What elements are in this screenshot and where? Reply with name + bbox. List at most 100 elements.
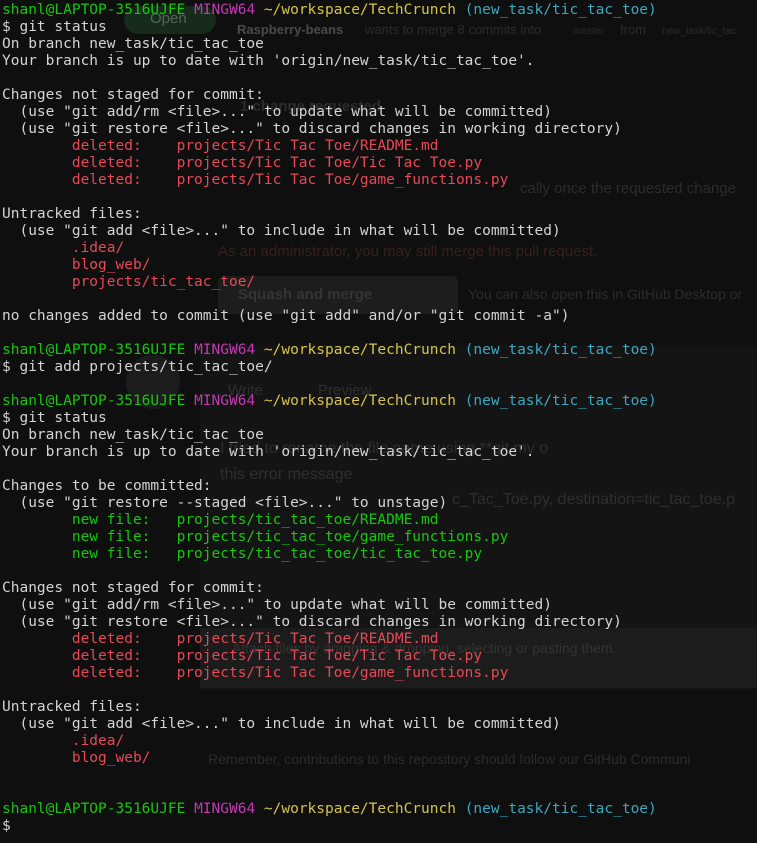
terminal-text-segment: $ git add projects/tic_tac_toe/ [2, 359, 273, 375]
terminal-text-segment: projects/tic_tac_toe/ [2, 274, 256, 290]
terminal-text-segment: deleted: projects/Tic Tac Toe/Tic Tac To… [2, 648, 483, 664]
terminal-line: blog_web/ [2, 750, 657, 767]
terminal-text-segment: $ [2, 818, 11, 834]
terminal-text-segment: (use "git add <file>..." to include in w… [2, 716, 561, 732]
terminal-line: ​ [2, 563, 657, 580]
terminal-line: Untracked files: [2, 699, 657, 716]
terminal-line: ​ [2, 325, 657, 342]
terminal-text-segment: (new_task/tic_tac_toe) [464, 393, 657, 409]
terminal-text-segment: (new_task/tic_tac_toe) [464, 801, 657, 817]
terminal-line: (use "git add <file>..." to include in w… [2, 223, 657, 240]
terminal-text-segment: Untracked files: [2, 206, 142, 222]
terminal-line: new file: projects/tic_tac_toe/tic_tac_t… [2, 546, 657, 563]
terminal-text-segment: $ git status [2, 19, 107, 35]
terminal-text-segment: .idea/ [2, 733, 125, 749]
terminal-line: .idea/ [2, 240, 657, 257]
terminal-line: (use "git restore <file>..." to discard … [2, 614, 657, 631]
terminal-line: deleted: projects/Tic Tac Toe/game_funct… [2, 172, 657, 189]
terminal-text-segment: MINGW64 [194, 801, 264, 817]
terminal-line: ​ [2, 291, 657, 308]
terminal-line: Untracked files: [2, 206, 657, 223]
terminal-line: (use "git restore <file>..." to discard … [2, 121, 657, 138]
terminal-line: deleted: projects/Tic Tac Toe/game_funct… [2, 665, 657, 682]
terminal-line: $ git status [2, 19, 657, 36]
terminal-line: ​ [2, 461, 657, 478]
terminal-line: $ git status [2, 410, 657, 427]
terminal-text-segment: ~/workspace/TechCrunch [263, 393, 465, 409]
terminal-line: $ [2, 818, 657, 835]
terminal-line: On branch new_task/tic_tac_toe [2, 427, 657, 444]
terminal-text-segment: new file: projects/tic_tac_toe/game_func… [2, 529, 509, 545]
terminal-output[interactable]: shanl@LAPTOP-3516UJFE MINGW64 ~/workspac… [2, 2, 657, 835]
terminal-text-segment: Your branch is up to date with 'origin/n… [2, 53, 535, 69]
terminal-text-segment: (use "git add/rm <file>..." to update wh… [2, 597, 552, 613]
terminal-text-segment: deleted: projects/Tic Tac Toe/README.md [2, 631, 439, 647]
terminal-text-segment: deleted: projects/Tic Tac Toe/game_funct… [2, 665, 509, 681]
terminal-line: shanl@LAPTOP-3516UJFE MINGW64 ~/workspac… [2, 393, 657, 410]
terminal-line: Changes not staged for commit: [2, 580, 657, 597]
terminal-line: shanl@LAPTOP-3516UJFE MINGW64 ~/workspac… [2, 801, 657, 818]
terminal-text-segment: Changes to be committed: [2, 478, 212, 494]
terminal-line: .idea/ [2, 733, 657, 750]
terminal-text-segment: shanl@LAPTOP-3516UJFE [2, 393, 195, 409]
terminal-text-segment: .idea/ [2, 240, 125, 256]
terminal-text-segment: (use "git restore --staged <file>..." to… [2, 495, 448, 511]
terminal-line: deleted: projects/Tic Tac Toe/Tic Tac To… [2, 648, 657, 665]
terminal-text-segment: shanl@LAPTOP-3516UJFE [2, 801, 195, 817]
terminal-text-segment: ~/workspace/TechCrunch [263, 801, 465, 817]
terminal-text-segment: no changes added to commit (use "git add… [2, 308, 570, 324]
terminal-line: deleted: projects/Tic Tac Toe/README.md [2, 631, 657, 648]
terminal-line: Your branch is up to date with 'origin/n… [2, 53, 657, 70]
terminal-line: shanl@LAPTOP-3516UJFE MINGW64 ~/workspac… [2, 2, 657, 19]
terminal-line: Your branch is up to date with 'origin/n… [2, 444, 657, 461]
terminal-line: blog_web/ [2, 257, 657, 274]
terminal-text-segment: Your branch is up to date with 'origin/n… [2, 444, 535, 460]
terminal-line: Changes not staged for commit: [2, 87, 657, 104]
terminal-line: deleted: projects/Tic Tac Toe/Tic Tac To… [2, 155, 657, 172]
terminal-line: shanl@LAPTOP-3516UJFE MINGW64 ~/workspac… [2, 342, 657, 359]
terminal-window[interactable]: Open Raspberry-beans wants to merge 8 co… [0, 0, 757, 843]
terminal-text-segment: blog_web/ [2, 257, 151, 273]
terminal-text-segment: (new_task/tic_tac_toe) [464, 2, 657, 18]
terminal-line: ​ [2, 784, 657, 801]
terminal-line: (use "git add/rm <file>..." to update wh… [2, 104, 657, 121]
terminal-line: $ git add projects/tic_tac_toe/ [2, 359, 657, 376]
terminal-line: new file: projects/tic_tac_toe/game_func… [2, 529, 657, 546]
terminal-text-segment: deleted: projects/Tic Tac Toe/README.md [2, 138, 439, 154]
terminal-line: projects/tic_tac_toe/ [2, 274, 657, 291]
terminal-line: ​ [2, 189, 657, 206]
terminal-line: ​ [2, 682, 657, 699]
terminal-text-segment: MINGW64 [194, 393, 264, 409]
terminal-text-segment: blog_web/ [2, 750, 151, 766]
terminal-line: (use "git add/rm <file>..." to update wh… [2, 597, 657, 614]
terminal-text-segment: ~/workspace/TechCrunch [263, 2, 465, 18]
terminal-text-segment: Untracked files: [2, 699, 142, 715]
terminal-text-segment: ~/workspace/TechCrunch [263, 342, 465, 358]
terminal-text-segment: On branch new_task/tic_tac_toe [2, 427, 264, 443]
terminal-text-segment: MINGW64 [194, 342, 264, 358]
terminal-line: new file: projects/tic_tac_toe/README.md [2, 512, 657, 529]
terminal-text-segment: MINGW64 [194, 2, 264, 18]
terminal-text-segment: deleted: projects/Tic Tac Toe/game_funct… [2, 172, 509, 188]
terminal-text-segment: shanl@LAPTOP-3516UJFE [2, 342, 195, 358]
terminal-line: no changes added to commit (use "git add… [2, 308, 657, 325]
terminal-text-segment: (new_task/tic_tac_toe) [464, 342, 657, 358]
terminal-line: ​ [2, 376, 657, 393]
terminal-text-segment: deleted: projects/Tic Tac Toe/Tic Tac To… [2, 155, 483, 171]
terminal-line: Changes to be committed: [2, 478, 657, 495]
terminal-text-segment: Changes not staged for commit: [2, 580, 264, 596]
pr-head-branch: new_task/tic_tac [662, 26, 736, 37]
terminal-line: (use "git restore --staged <file>..." to… [2, 495, 657, 512]
terminal-text-segment: shanl@LAPTOP-3516UJFE [2, 2, 195, 18]
terminal-text-segment: (use "git add <file>..." to include in w… [2, 223, 561, 239]
terminal-text-segment: (use "git restore <file>..." to discard … [2, 121, 622, 137]
terminal-line: (use "git add <file>..." to include in w… [2, 716, 657, 733]
terminal-text-segment: (use "git restore <file>..." to discard … [2, 614, 622, 630]
terminal-text-segment: new file: projects/tic_tac_toe/README.md [2, 512, 439, 528]
terminal-text-segment: $ git status [2, 410, 107, 426]
terminal-text-segment: (use "git add/rm <file>..." to update wh… [2, 104, 552, 120]
terminal-line: ​ [2, 70, 657, 87]
terminal-text-segment: new file: projects/tic_tac_toe/tic_tac_t… [2, 546, 483, 562]
terminal-line: On branch new_task/tic_tac_toe [2, 36, 657, 53]
terminal-text-segment: Changes not staged for commit: [2, 87, 264, 103]
